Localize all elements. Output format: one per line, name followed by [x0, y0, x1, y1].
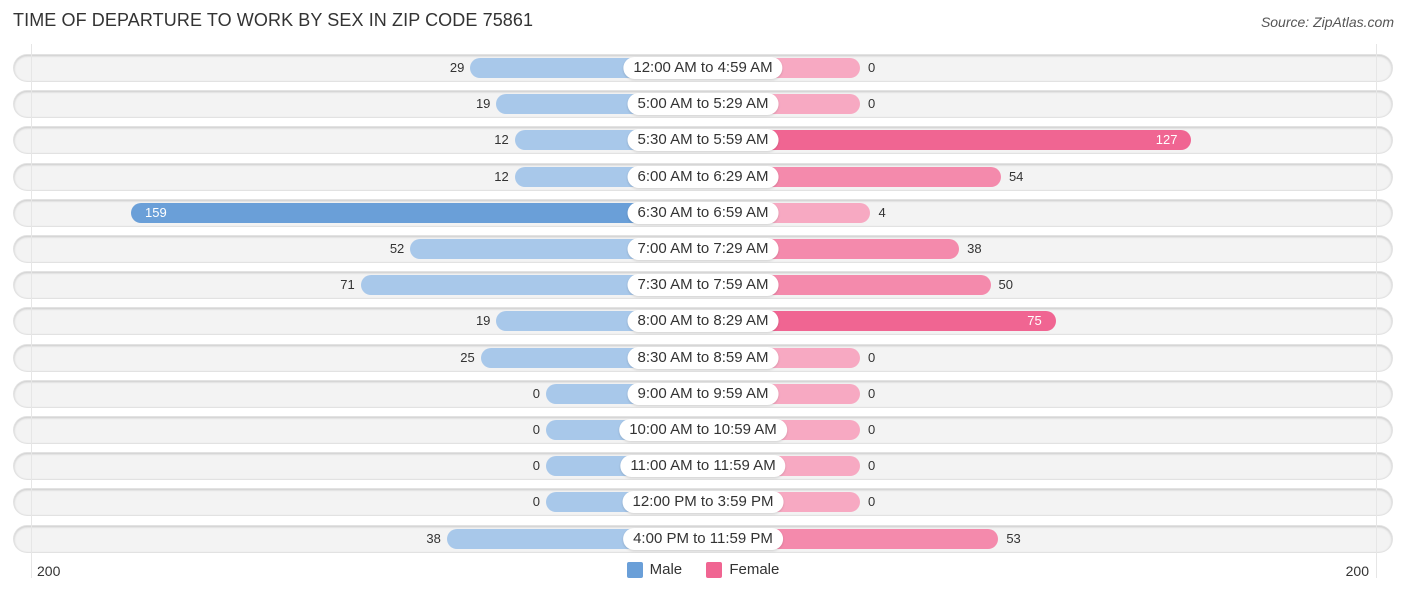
value-label-female: 0 — [868, 458, 876, 474]
value-label-female: 0 — [868, 349, 876, 365]
category-label: 9:00 AM to 9:59 AM — [627, 382, 779, 405]
value-label-female: 50 — [998, 277, 1013, 293]
category-label: 5:00 AM to 5:29 AM — [627, 93, 779, 116]
value-label-male: 52 — [389, 241, 405, 256]
legend-label-female: Female — [729, 561, 780, 578]
value-label-female: 0 — [868, 422, 876, 437]
value-label-male: 12 — [494, 132, 509, 148]
legend-swatch-male — [626, 561, 643, 578]
category-label: 7:00 AM to 7:29 AM — [627, 238, 779, 260]
value-label-male: 25 — [460, 349, 475, 365]
value-label-female: 75 — [1027, 313, 1042, 329]
value-label-female: 0 — [868, 60, 876, 75]
value-label-female: 53 — [1006, 530, 1021, 546]
value-label-male: 159 — [145, 204, 167, 220]
legend-item-male[interactable]: Male — [626, 561, 683, 578]
value-label-female: 54 — [1008, 168, 1024, 184]
value-label-male: 38 — [426, 530, 441, 546]
legend-label-male: Male — [649, 561, 683, 578]
chart-area: 12:00 AM to 4:59 AM 29 0 5:00 AM to 5:29 AM… — [0, 0, 1406, 594]
legend-item-female[interactable]: Female — [706, 561, 779, 578]
value-label-male: 0 — [532, 458, 540, 474]
value-label-male: 71 — [340, 277, 355, 293]
value-label-female: 38 — [967, 241, 982, 256]
category-label: 5:30 AM to 5:59 AM — [627, 129, 779, 152]
left-gridline — [31, 44, 32, 578]
category-label: 10:00 AM to 10:59 AM — [619, 419, 787, 441]
value-label-male: 29 — [449, 60, 465, 75]
value-label-male: 0 — [532, 422, 540, 437]
value-label-male: 19 — [475, 313, 491, 329]
right-gridline — [1376, 44, 1377, 578]
value-label-male: 0 — [532, 494, 540, 510]
category-label: 12:00 PM to 3:59 PM — [622, 491, 784, 514]
value-label-female: 4 — [878, 204, 886, 220]
category-label: 6:00 AM to 6:29 AM — [627, 165, 779, 188]
category-label: 12:00 AM to 4:59 AM — [623, 57, 783, 79]
category-label: 11:00 AM to 11:59 AM — [620, 455, 786, 478]
legend-swatch-female — [706, 561, 723, 578]
value-label-female: 0 — [868, 385, 876, 401]
category-label: 4:00 PM to 11:59 PM — [623, 527, 783, 550]
legend: Male Female — [0, 561, 1406, 582]
value-label-male: 12 — [494, 168, 509, 184]
category-label: 8:00 AM to 8:29 AM — [627, 310, 779, 333]
value-label-male: 19 — [475, 96, 491, 112]
category-label: 8:30 AM to 8:59 AM — [627, 346, 779, 369]
value-label-male: 0 — [532, 385, 540, 401]
value-label-female: 127 — [1155, 132, 1178, 148]
category-label: 6:30 AM to 6:59 AM — [627, 201, 779, 224]
category-label: 7:30 AM to 7:59 AM — [627, 274, 779, 297]
bar-male[interactable] — [131, 202, 703, 223]
value-label-female: 0 — [868, 96, 876, 112]
value-label-female: 0 — [868, 494, 876, 510]
